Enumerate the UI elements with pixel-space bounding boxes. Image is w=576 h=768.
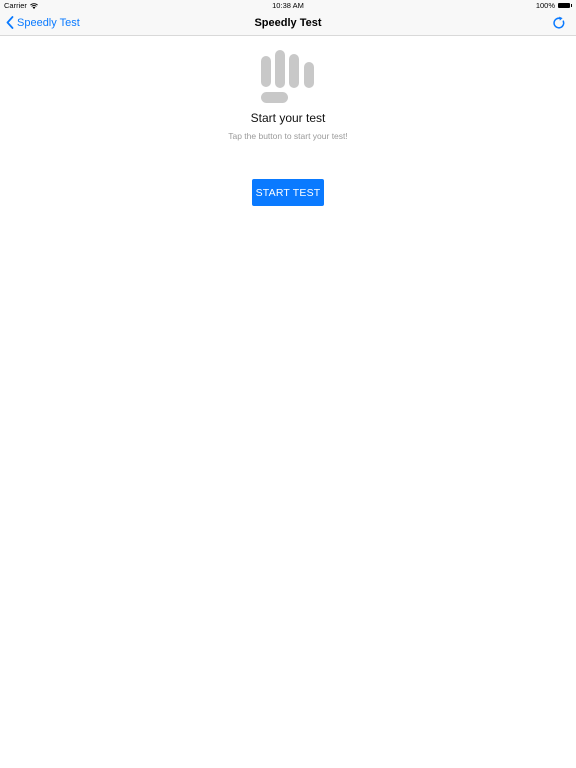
start-test-button[interactable]: START TEST: [252, 179, 324, 206]
battery-fill: [559, 4, 569, 7]
test-subtitle: Tap the button to start your test!: [228, 131, 348, 141]
battery-nub: [571, 4, 572, 7]
battery-icon: [558, 3, 570, 8]
page-title: Speedly Test: [254, 17, 322, 29]
status-bar: Carrier 10:38 AM 100%: [0, 0, 576, 12]
app-screen: Carrier 10:38 AM 100% Speedly Test Speed…: [0, 0, 576, 768]
test-title: Start your test: [250, 111, 326, 125]
battery-percent: 100%: [535, 1, 555, 10]
navigation-bar: Speedly Test Speedly Test: [0, 12, 576, 36]
refresh-icon[interactable]: [552, 16, 566, 30]
status-right: 100%: [536, 1, 572, 10]
status-time: 10:38 AM: [272, 1, 304, 10]
hand-icon: [261, 50, 314, 103]
